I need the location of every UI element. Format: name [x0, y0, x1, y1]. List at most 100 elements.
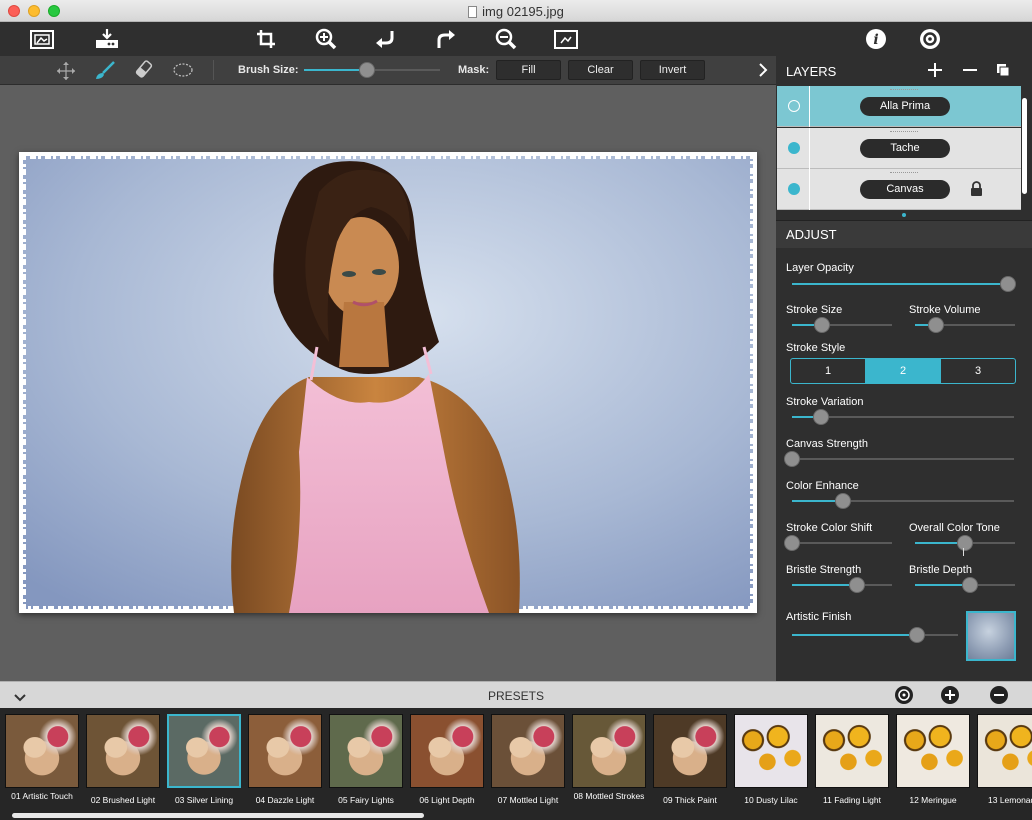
layer-opacity-label: Layer Opacity [786, 262, 854, 274]
canvas-strength-label: Canvas Strength [786, 438, 868, 450]
preset-thumbnail[interactable] [977, 714, 1032, 788]
slider-knob[interactable] [784, 451, 800, 467]
eraser-tool-icon[interactable] [133, 60, 153, 85]
move-tool-icon[interactable] [56, 61, 76, 86]
slider-knob[interactable] [908, 627, 925, 643]
layer-grip[interactable] [890, 89, 918, 90]
brush-size-fill [304, 69, 367, 71]
preset-thumbnail[interactable] [572, 714, 646, 788]
remove-layer-icon[interactable] [962, 62, 978, 83]
crop-icon[interactable] [252, 27, 280, 51]
slider-knob[interactable] [928, 317, 944, 333]
save-icon[interactable] [93, 27, 121, 51]
layer-row-alla-prima[interactable]: Alla Prima [777, 86, 1021, 127]
brush-toolbar: Brush Size: Mask: Fill Clear Invert [0, 56, 776, 85]
layer-opacity-slider[interactable] [792, 276, 1016, 292]
slider-knob[interactable] [812, 409, 829, 425]
mask-invert-button[interactable]: Invert [640, 60, 705, 80]
bristle-depth-slider[interactable] [915, 577, 1015, 593]
layer-separator [809, 86, 810, 127]
color-enhance-slider[interactable] [792, 493, 1014, 509]
layer-name[interactable]: Alla Prima [860, 97, 950, 116]
slider-knob[interactable] [957, 535, 973, 551]
layer-row-canvas[interactable]: Canvas [777, 169, 1021, 210]
slider-knob[interactable] [849, 577, 865, 593]
stroke-color-shift-slider[interactable] [784, 535, 892, 551]
artistic-finish-texture-swatch[interactable] [966, 611, 1016, 661]
open-image-icon[interactable] [28, 27, 56, 51]
zoom-in-icon[interactable] [312, 27, 340, 51]
artistic-finish-slider[interactable] [792, 627, 958, 643]
lasso-tool-icon[interactable] [172, 61, 194, 84]
preset-thumbnail[interactable] [815, 714, 889, 788]
preset-thumbnail[interactable] [167, 714, 241, 788]
stroke-style-3-button[interactable]: 3 [941, 359, 1015, 383]
settings-icon[interactable] [916, 27, 944, 51]
preset-label: 12 Meringue [909, 795, 957, 805]
layer-visibility-dot[interactable] [788, 142, 800, 154]
slider-knob[interactable] [1000, 276, 1016, 292]
layer-visibility-dot[interactable] [788, 100, 800, 112]
stroke-style-label: Stroke Style [786, 342, 846, 354]
stroke-size-label: Stroke Size [786, 304, 843, 316]
preset-label: 08 Mottled Strokes [573, 791, 645, 801]
chevron-right-icon[interactable] [757, 63, 769, 82]
preset-label: 07 Mottled Light [497, 795, 559, 805]
canvas-strength-slider[interactable] [784, 451, 1014, 467]
painting-preview[interactable] [19, 152, 757, 613]
mask-clear-button[interactable]: Clear [568, 60, 633, 80]
layer-grip[interactable] [890, 172, 918, 173]
stroke-color-shift-label: Stroke Color Shift [786, 522, 873, 534]
zoom-out-icon[interactable] [492, 27, 520, 51]
mask-fill-button[interactable]: Fill [496, 60, 561, 80]
stroke-volume-slider[interactable] [915, 317, 1015, 333]
presets-scrollbar[interactable] [12, 813, 424, 818]
duplicate-layer-icon[interactable] [996, 63, 1010, 82]
preset-thumbnail[interactable] [491, 714, 565, 788]
main-toolbar: i [0, 22, 1032, 56]
preset-thumbnail[interactable] [653, 714, 727, 788]
slider-knob[interactable] [835, 493, 852, 509]
svg-text:i: i [873, 32, 878, 48]
layer-grip[interactable] [890, 131, 918, 132]
brush-tool-icon[interactable] [94, 60, 116, 85]
slider-knob[interactable] [814, 317, 830, 333]
preset-thumbnail[interactable] [329, 714, 403, 788]
preset-thumbnail[interactable] [734, 714, 808, 788]
preset-thumbnail[interactable] [5, 714, 79, 788]
remove-preset-icon[interactable] [989, 685, 1009, 710]
slider-knob[interactable] [784, 535, 800, 551]
undo-icon[interactable] [371, 27, 399, 51]
fit-screen-icon[interactable] [552, 27, 580, 51]
layers-scrollbar[interactable] [1022, 98, 1027, 194]
layer-row-tache[interactable]: Tache [777, 128, 1021, 169]
bristle-depth-label: Bristle Depth [909, 564, 972, 576]
brush-size-slider[interactable] [304, 62, 440, 78]
info-icon[interactable]: i [862, 27, 890, 51]
layers-resize-dot[interactable] [902, 213, 906, 217]
slider-knob[interactable] [962, 577, 978, 593]
adjust-title: ADJUST [786, 227, 837, 242]
preset-thumbnail[interactable] [896, 714, 970, 788]
stroke-style-1-button[interactable]: 1 [791, 359, 866, 383]
lock-icon[interactable] [970, 181, 983, 201]
layer-name[interactable]: Canvas [860, 180, 950, 199]
preset-label: 01 Artistic Touch [11, 791, 73, 801]
stroke-style-2-button[interactable]: 2 [866, 359, 941, 383]
overall-color-tone-slider[interactable] [915, 535, 1015, 556]
brush-size-knob[interactable] [358, 62, 375, 78]
layer-name[interactable]: Tache [860, 139, 950, 158]
stroke-variation-label: Stroke Variation [786, 396, 864, 408]
preset-thumbnail[interactable] [410, 714, 484, 788]
add-layer-icon[interactable] [927, 62, 943, 83]
preset-thumbnail[interactable] [86, 714, 160, 788]
random-preset-icon[interactable] [894, 685, 914, 710]
layer-visibility-dot[interactable] [788, 183, 800, 195]
preset-thumbnail[interactable] [248, 714, 322, 788]
add-preset-icon[interactable] [940, 685, 960, 710]
redo-icon[interactable] [432, 27, 460, 51]
stroke-size-slider[interactable] [792, 317, 892, 333]
layer-separator [809, 128, 810, 169]
bristle-strength-slider[interactable] [792, 577, 892, 593]
stroke-variation-slider[interactable] [792, 409, 1014, 425]
